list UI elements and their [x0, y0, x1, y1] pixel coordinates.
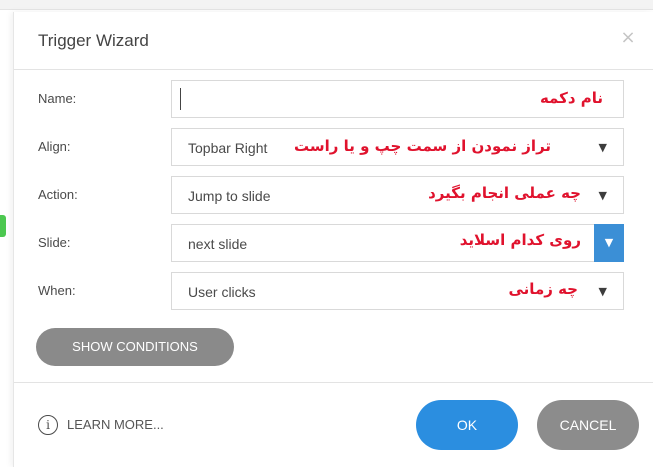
align-select[interactable]: Topbar Right تراز نمودن از سمت چپ و یا ر…: [171, 128, 624, 166]
chevron-down-icon: ▼: [598, 141, 607, 154]
action-label: Action:: [38, 187, 78, 202]
top-strip: [0, 0, 653, 10]
align-row: Align: Topbar Right تراز نمودن از سمت چپ…: [14, 128, 653, 168]
slide-select[interactable]: next slide روی کدام اسلاید ▼: [171, 224, 624, 262]
action-row: Action: Jump to slide چه عملی انجام بگیر…: [14, 176, 653, 216]
slide-annotation: روی کدام اسلاید: [459, 231, 581, 249]
action-annotation: چه عملی انجام بگیرد: [428, 184, 581, 202]
name-input[interactable]: نام دکمه: [171, 80, 624, 118]
ok-button[interactable]: OK: [416, 400, 518, 450]
info-icon[interactable]: i: [38, 415, 58, 435]
text-cursor: [180, 88, 181, 110]
slide-value: next slide: [188, 236, 248, 252]
when-annotation: چه زمانی: [508, 280, 579, 298]
when-value: User clicks: [188, 284, 256, 300]
align-annotation: تراز نمودن از سمت چپ و یا راست: [294, 137, 552, 155]
slide-row: Slide: next slide روی کدام اسلاید ▼: [14, 224, 653, 264]
dialog-footer: i LEARN MORE... OK CANCEL: [14, 382, 653, 467]
name-label: Name:: [38, 91, 77, 106]
dialog-header: Trigger Wizard ×: [14, 12, 653, 70]
align-value: Topbar Right: [188, 140, 268, 156]
when-label: When:: [38, 283, 76, 298]
chevron-down-icon: ▼: [598, 285, 607, 298]
action-select[interactable]: Jump to slide چه عملی انجام بگیرد ▼: [171, 176, 624, 214]
close-icon[interactable]: ×: [616, 26, 640, 50]
name-annotation: نام دکمه: [539, 89, 603, 107]
trigger-wizard-dialog: Trigger Wizard × Name: نام دکمه Align: T…: [13, 12, 653, 467]
when-select[interactable]: User clicks چه زمانی ▼: [171, 272, 624, 310]
watermark-fragment: [0, 215, 6, 237]
name-row: Name: نام دکمه: [14, 80, 653, 120]
when-row: When: User clicks چه زمانی ▼: [14, 272, 653, 312]
slide-label: Slide:: [38, 235, 71, 250]
dialog-title: Trigger Wizard: [38, 31, 149, 50]
cancel-button[interactable]: CANCEL: [537, 400, 639, 450]
chevron-down-icon[interactable]: ▼: [594, 224, 624, 262]
show-conditions-button[interactable]: SHOW CONDITIONS: [36, 328, 234, 366]
action-value: Jump to slide: [188, 188, 271, 204]
chevron-down-icon: ▼: [598, 189, 607, 202]
learn-more-link[interactable]: LEARN MORE...: [67, 417, 164, 432]
align-label: Align:: [38, 139, 71, 154]
